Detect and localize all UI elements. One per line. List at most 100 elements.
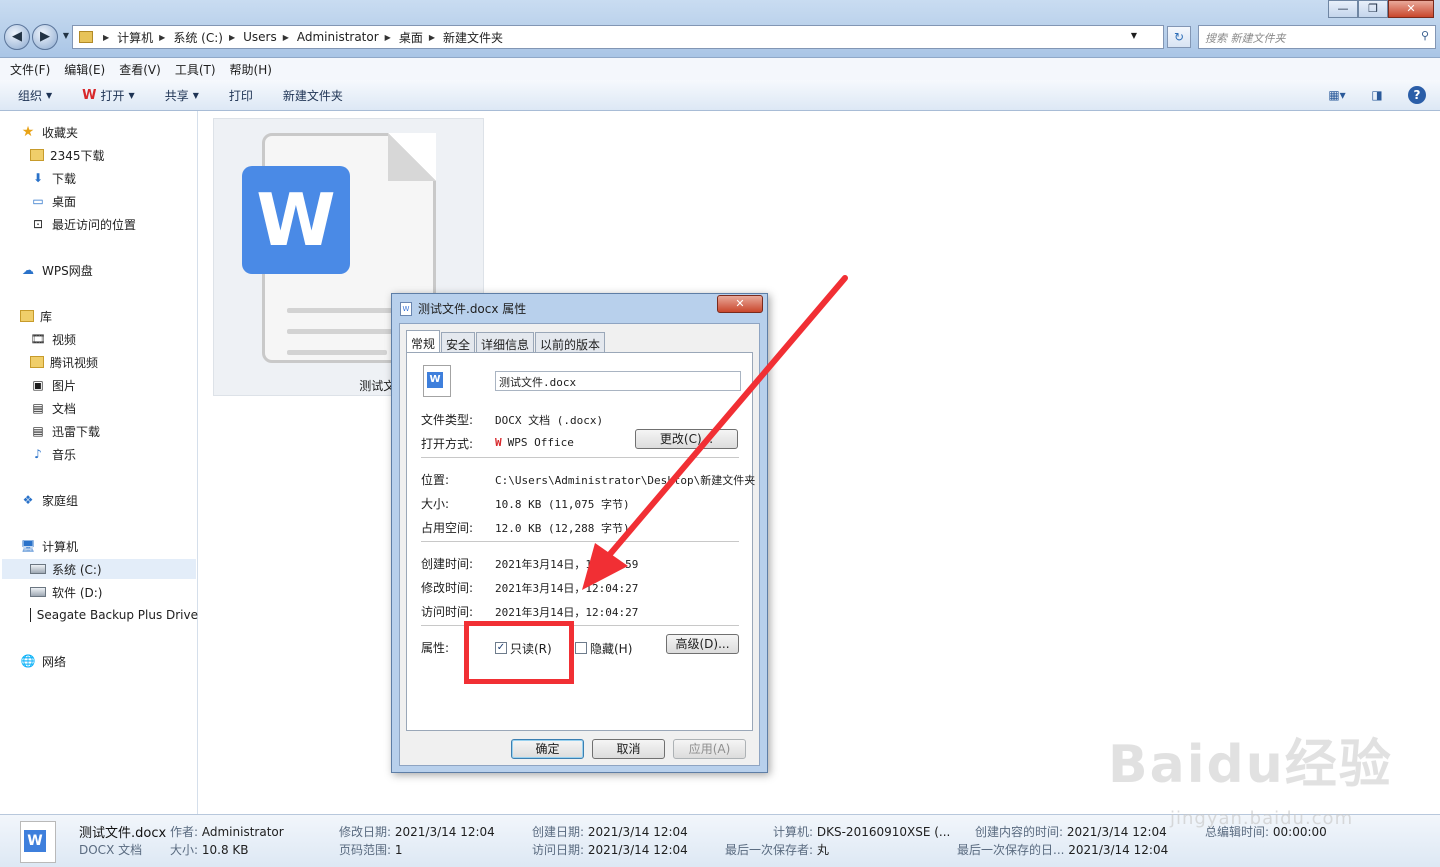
address-bar[interactable]: ▶ 计算机 ▶ 系统 (C:) ▶ Users ▶ Administrator … bbox=[72, 25, 1191, 49]
breadcrumb-users[interactable]: Users bbox=[243, 30, 277, 44]
sidebar-label: 桌面 bbox=[52, 194, 77, 209]
sidebar-label: 文档 bbox=[52, 401, 77, 416]
new-folder-button[interactable]: 新建文件夹 bbox=[283, 87, 343, 104]
sidebar-item-recent[interactable]: ⊡ 最近访问的位置 bbox=[30, 214, 136, 234]
apply-button[interactable]: 应用(A) bbox=[673, 739, 746, 759]
change-button[interactable]: 更改(C)... bbox=[635, 429, 738, 449]
sidebar-item-seagate[interactable]: Seagate Backup Plus Drive bbox=[30, 605, 198, 625]
sidebar-item-music[interactable]: ♪ 音乐 bbox=[30, 444, 76, 464]
tab-previous-versions[interactable]: 以前的版本 bbox=[535, 332, 606, 352]
sidebar-item-downloads[interactable]: ⬇ 下载 bbox=[30, 168, 76, 188]
sidebar-item-pictures[interactable]: ▣ 图片 bbox=[30, 375, 76, 395]
search-icon[interactable]: ⚲ bbox=[1421, 29, 1429, 42]
details-key: 访问日期: bbox=[532, 843, 585, 857]
sidebar-item-documents[interactable]: ▤ 文档 bbox=[30, 398, 76, 418]
sidebar-item-videos[interactable]: 🎞 视频 bbox=[30, 329, 76, 349]
help-icon[interactable]: ? bbox=[1408, 86, 1426, 104]
open-with-value: W WPS Office bbox=[495, 436, 574, 449]
view-options-icon[interactable]: ▦▾ bbox=[1328, 86, 1346, 104]
refresh-icon[interactable]: ↻ bbox=[1167, 26, 1191, 48]
forward-button[interactable]: ▶ bbox=[32, 24, 58, 50]
download-folder-icon: ⬇ bbox=[32, 171, 44, 185]
search-input[interactable]: 搜索 新建文件夹 ⚲ bbox=[1198, 25, 1436, 49]
organize-button[interactable]: 组织 ▼ bbox=[18, 87, 52, 104]
desktop-icon: ▭ bbox=[32, 194, 44, 208]
sidebar-item-homegroup[interactable]: ❖ 家庭组 bbox=[20, 490, 78, 510]
sidebar-item-network[interactable]: 🌐 网络 bbox=[20, 651, 67, 671]
wps-writer-icon: W bbox=[242, 166, 350, 274]
menu-help[interactable]: 帮助(H) bbox=[230, 61, 272, 78]
tab-security[interactable]: 安全 bbox=[441, 332, 476, 352]
filename-field[interactable]: 测试文件.docx bbox=[495, 371, 741, 391]
sidebar-item-library[interactable]: 库 bbox=[20, 306, 52, 326]
w-icon: W bbox=[427, 372, 443, 388]
tab-details[interactable]: 详细信息 bbox=[476, 332, 535, 352]
details-key: 页码范围: bbox=[339, 843, 392, 857]
network-icon: 🌐 bbox=[20, 654, 36, 668]
chevron-down-icon: ▼ bbox=[128, 90, 135, 100]
title-bar: — ❐ ✕ ◀ ▶ ▼ ▶ 计算机 ▶ 系统 (C:) ▶ Users ▶ Ad… bbox=[0, 0, 1440, 58]
advanced-button[interactable]: 高级(D)... bbox=[666, 634, 739, 654]
details-value: 2021/3/14 12:04 bbox=[1068, 843, 1169, 857]
menu-view[interactable]: 查看(V) bbox=[119, 61, 161, 78]
sidebar-label: Seagate Backup Plus Drive bbox=[36, 608, 198, 622]
sidebar-item-favorites[interactable]: ★ 收藏夹 bbox=[20, 122, 78, 142]
star-icon: ★ bbox=[21, 124, 35, 140]
share-label: 共享 bbox=[164, 88, 189, 103]
sidebar-item-2345[interactable]: 2345下载 bbox=[30, 145, 105, 165]
recent-places-icon: ⊡ bbox=[32, 217, 44, 231]
details-key: 创建日期: bbox=[532, 825, 585, 839]
disk-size-value: 12.0 KB (12,288 字节) bbox=[495, 522, 630, 535]
created-label: 创建时间: bbox=[421, 557, 474, 571]
print-button[interactable]: 打印 bbox=[229, 87, 253, 104]
sidebar-item-c-drive[interactable]: 系统 (C:) bbox=[2, 559, 196, 579]
details-key: 作者: bbox=[170, 825, 199, 839]
command-bar: 组织 ▼ W 打开 ▼ 共享 ▼ 打印 新建文件夹 ▦▾ ◨ ? bbox=[0, 80, 1440, 111]
doc-icon: W bbox=[400, 301, 412, 316]
details-value: 2021/3/14 12:04 bbox=[587, 825, 688, 839]
dialog-close-button[interactable]: ✕ bbox=[717, 295, 763, 313]
breadcrumb-new-folder[interactable]: 新建文件夹 bbox=[443, 29, 503, 46]
close-button[interactable]: ✕ bbox=[1388, 0, 1434, 18]
sidebar-label: 音乐 bbox=[52, 447, 77, 462]
sidebar-item-desktop[interactable]: ▭ 桌面 bbox=[30, 191, 76, 211]
open-button[interactable]: W 打开 ▼ bbox=[82, 87, 135, 104]
sidebar-item-tencent-video[interactable]: 腾讯视频 bbox=[30, 352, 98, 372]
sidebar-item-thunder[interactable]: ▤ 迅雷下载 bbox=[30, 421, 100, 441]
folder-icon bbox=[30, 356, 44, 368]
chevron-down-icon[interactable]: ▼ bbox=[1131, 31, 1137, 40]
chevron-right-icon: ▶ bbox=[384, 32, 391, 42]
sidebar-item-computer[interactable]: 🖥 计算机 bbox=[20, 536, 78, 556]
created-value: 2021年3月14日，12:04:59 bbox=[495, 558, 639, 571]
chevron-down-icon: ▼ bbox=[192, 90, 199, 100]
page-line bbox=[287, 350, 387, 355]
sidebar-label: 系统 (C:) bbox=[52, 562, 102, 577]
breadcrumb-computer[interactable]: 计算机 bbox=[117, 29, 153, 46]
sidebar-label: 腾讯视频 bbox=[50, 355, 99, 370]
type-label: 文件类型: bbox=[421, 413, 474, 427]
menu-tools[interactable]: 工具(T) bbox=[175, 61, 216, 78]
maximize-button[interactable]: ❐ bbox=[1358, 0, 1388, 18]
chevron-right-icon: ▶ bbox=[103, 32, 110, 42]
folder-icon bbox=[79, 31, 93, 43]
hidden-checkbox[interactable] bbox=[575, 642, 587, 654]
sidebar-item-d-drive[interactable]: 软件 (D:) bbox=[30, 582, 102, 602]
file-thumbnail: W bbox=[20, 821, 56, 863]
breadcrumb-c-drive[interactable]: 系统 (C:) bbox=[173, 29, 223, 46]
menu-file[interactable]: 文件(F) bbox=[10, 61, 50, 78]
share-button[interactable]: 共享 ▼ bbox=[165, 87, 199, 104]
menu-edit[interactable]: 编辑(E) bbox=[64, 61, 105, 78]
breadcrumb-administrator[interactable]: Administrator bbox=[297, 30, 379, 44]
details-filename: 测试文件.docx bbox=[79, 826, 167, 841]
preview-pane-icon[interactable]: ◨ bbox=[1368, 86, 1386, 104]
properties-dialog: W 测试文件.docx 属性 ✕ 常规 安全 详细信息 以前的版本 W 测试文件… bbox=[391, 293, 768, 773]
ok-button[interactable]: 确定 bbox=[511, 739, 584, 759]
history-dropdown[interactable]: ▼ bbox=[60, 24, 72, 50]
sidebar-item-wps-drive[interactable]: ☁ WPS网盘 bbox=[20, 260, 93, 280]
hidden-label[interactable]: 隐藏(H) bbox=[590, 640, 632, 657]
cancel-button[interactable]: 取消 bbox=[592, 739, 665, 759]
tab-general[interactable]: 常规 bbox=[406, 330, 441, 352]
back-button[interactable]: ◀ bbox=[4, 24, 30, 50]
breadcrumb-desktop[interactable]: 桌面 bbox=[399, 29, 423, 46]
minimize-button[interactable]: — bbox=[1328, 0, 1358, 18]
